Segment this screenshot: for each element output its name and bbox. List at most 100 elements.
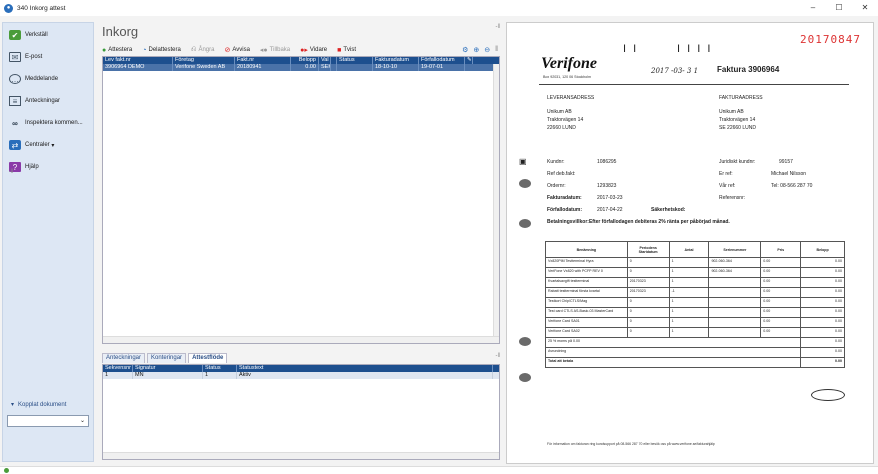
col-startdatum: Periodens Startdatum	[626, 241, 670, 258]
pin-icon[interactable]: -‖	[496, 353, 500, 359]
avvisa-button[interactable]: ⊘ Avvisa	[224, 46, 249, 54]
col-fakturadatum[interactable]: Fakturadatum	[373, 57, 419, 64]
attestera-label: Attestera	[108, 47, 133, 53]
invoice-footer-note: För information om fakturan ring kundsup…	[547, 442, 715, 446]
horizontal-scrollbar[interactable]	[103, 452, 499, 459]
minimize-button[interactable]: –	[800, 0, 826, 16]
tvist-button[interactable]: ■ Tvist	[337, 47, 356, 54]
verifone-logo: Verifone	[541, 55, 597, 72]
col-status[interactable]: Status	[337, 57, 373, 64]
cell-fakturadatum: 18-10-10	[373, 64, 419, 71]
sidebar-item-hjalp[interactable]: ? Hjälp	[3, 157, 93, 177]
table-row: Verifone Card SA02 0 1 0.00 0.00	[545, 327, 845, 338]
delattestera-button[interactable]: ◔ Delattestera	[142, 47, 181, 54]
cell: 20170323	[626, 287, 670, 298]
cell: 0.00	[760, 267, 802, 278]
col-forfallodatum[interactable]: Förfallodatum	[419, 57, 465, 64]
vertical-scrollbar[interactable]	[493, 64, 499, 336]
scan-number: 20170847	[800, 33, 861, 46]
sakerhetskod-label: Säkerhetskod:	[651, 207, 686, 213]
cell: 0.00	[760, 287, 802, 298]
cell: Rabatt testterminal första kvartal	[545, 287, 628, 298]
leveransadress-line: Unikum AB	[547, 109, 572, 115]
cell-lev-faktnr: 3906964 DEMO	[103, 64, 173, 71]
table-row: Verifone Card SA01 0 1 0.00 0.00	[545, 317, 845, 328]
col-lev-faktnr[interactable]: Lev fakt.nr	[103, 57, 173, 64]
cell: 0.00	[800, 257, 845, 268]
table-row[interactable]: 1 MN 1 Aktiv	[103, 372, 499, 379]
dispute-icon: ■	[337, 46, 342, 54]
kopplat-dokument-select[interactable]: ⌄	[7, 415, 89, 427]
kopplat-dokument-toggle[interactable]: ▾ Kopplat dokument	[11, 401, 66, 409]
fakturadatum-value: 2017-03-23	[597, 195, 623, 201]
chat-icon: …	[9, 74, 21, 84]
pin-icon[interactable]: -‖	[496, 24, 500, 30]
col-serienummer: Serienummer	[708, 241, 762, 258]
vidare-label: Vidare	[309, 47, 328, 53]
collapse-icon[interactable]: ⊖	[484, 46, 490, 54]
cell-belopp: 0.00	[291, 64, 319, 71]
sidebar-item-inspektera[interactable]: ∞ Inspektera kommen...	[3, 113, 93, 133]
gear-icon[interactable]: ⚙	[462, 46, 468, 54]
sidebar-pin-icon[interactable]: -‖	[9, 169, 13, 175]
table-row[interactable]: 3906964 DEMO Verifone Sweden AB 20180941…	[103, 64, 499, 71]
leveransadress-heading: LEVERANSADRESS	[547, 95, 595, 101]
status-dot-icon	[4, 468, 9, 473]
horizontal-scrollbar[interactable]	[103, 336, 499, 343]
tab-anteckningar[interactable]: Anteckningar	[102, 353, 146, 363]
fakturaadress-line: Traktorvägen 14	[719, 117, 756, 123]
close-button[interactable]: ✕	[852, 0, 878, 16]
toolbar: ● Attestera ◔ Delattestera ⎌ Ångra ⊘ Avv…	[102, 44, 498, 56]
chevron-down-icon: ▾	[49, 142, 55, 149]
erref-label: Er ref:	[719, 171, 733, 177]
col-foretag[interactable]: Företag	[173, 57, 235, 64]
col-status[interactable]: Status	[203, 365, 237, 372]
punch-hole-icon	[519, 337, 531, 346]
sidebar-item-meddelande[interactable]: … Meddelande	[3, 69, 93, 89]
invoice-document-preview: 20170847 I I I I I I Verifone Box 92031,…	[506, 22, 874, 464]
tillbaka-label: Tillbaka	[269, 47, 291, 53]
cell: 0.00	[800, 327, 845, 338]
mail-icon: ✉	[9, 52, 21, 62]
vidare-button[interactable]: ●▸ Vidare	[300, 46, 327, 54]
col-signatur[interactable]: Signatur	[133, 365, 203, 372]
maximize-button[interactable]: ☐	[826, 0, 852, 16]
col-belopp[interactable]: Belopp	[291, 57, 319, 64]
col-statustext[interactable]: Statustext	[237, 365, 493, 372]
tab-konteringar[interactable]: Konteringar	[147, 353, 187, 363]
cell	[708, 297, 762, 308]
sidebar-item-verkstall[interactable]: ✔ Verkställ	[3, 25, 93, 45]
detail-tabs: Anteckningar Konteringar Attestflöde	[102, 353, 229, 363]
forward-arrow-icon: ●▸	[300, 47, 308, 54]
sidebar-item-anteckningar[interactable]: ≡ Anteckningar	[3, 91, 93, 111]
avrundning-row: Avrundning 0.00	[544, 347, 845, 358]
col-sekvensnr[interactable]: Sekvensnr	[103, 365, 133, 372]
cell: 0.00	[760, 297, 802, 308]
app-icon: ●	[4, 3, 13, 13]
column-chooser-icon[interactable]: ✎	[465, 57, 473, 64]
cell: Testkort Chip/CTLS/Mag	[545, 297, 628, 308]
tillbaka-button[interactable]: ◂● Tillbaka	[260, 46, 290, 54]
cell: 0.00	[800, 307, 845, 318]
cell: 902-060-364	[708, 257, 762, 268]
cell: Vx820PIM Testterminal Hyra	[545, 257, 628, 268]
attestera-button[interactable]: ● Attestera	[102, 47, 132, 54]
pin-icon[interactable]: ‖	[495, 46, 498, 54]
divider	[539, 84, 849, 85]
col-benamning: Benämning	[545, 241, 628, 258]
kundnr-label: Kundnr:	[547, 159, 565, 165]
referensnr-label: Referensnr:	[719, 195, 746, 201]
total-row: Total att betala 0.00	[544, 357, 845, 368]
sidebar-item-centraler[interactable]: ⇄ Centraler ▾	[3, 135, 93, 155]
tab-attestflode[interactable]: Attestflöde	[188, 353, 228, 363]
col-val[interactable]: Val	[319, 57, 331, 64]
note-icon: ≡	[9, 96, 21, 106]
juridiskt-kundnr-label: Juridiskt kundnr:	[719, 159, 756, 165]
grid-header: Lev fakt.nr Företag Fakt.nr Belopp Val S…	[103, 57, 499, 64]
cell-status	[337, 64, 373, 71]
angra-button[interactable]: ⎌ Ångra	[191, 46, 215, 54]
col-faktnr[interactable]: Fakt.nr	[235, 57, 291, 64]
sidebar-item-epost[interactable]: ✉ E-post	[3, 47, 93, 67]
expand-icon[interactable]: ⊕	[473, 46, 479, 54]
kundnr-value: 1086295	[597, 159, 617, 165]
